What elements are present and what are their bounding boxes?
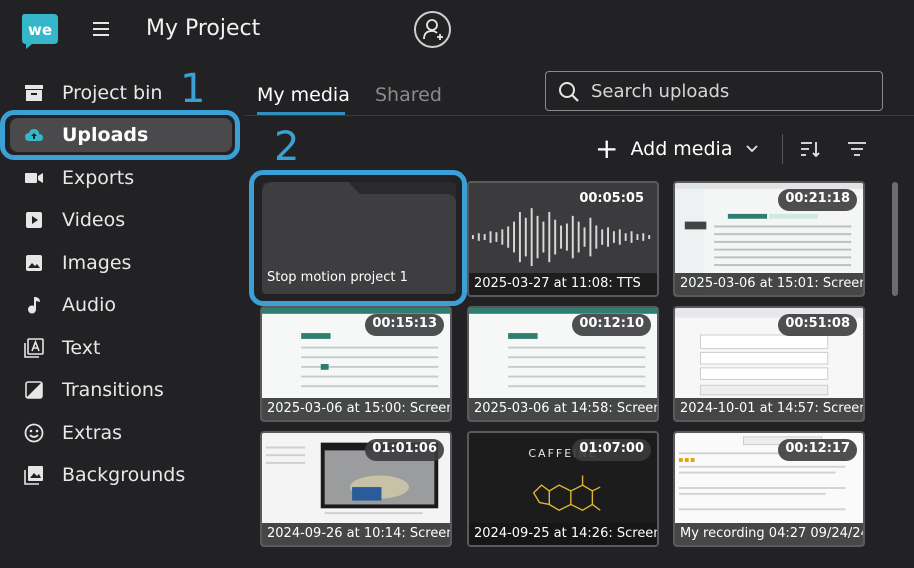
sidebar-item-label: Extras	[62, 422, 123, 444]
duration-badge: 00:12:17	[778, 439, 857, 461]
media-caption: 2024-09-25 at 14:26: Screen	[469, 523, 657, 545]
sidebar-item-label: Transitions	[62, 379, 164, 401]
sidebar-item-audio[interactable]: Audio	[0, 285, 245, 325]
sidebar-item-label: Images	[62, 252, 132, 274]
search-input[interactable]	[591, 78, 871, 104]
media-caption: 2025-03-06 at 15:00: Screen	[262, 398, 450, 420]
sidebar-item-project-bin[interactable]: Project bin	[0, 73, 245, 113]
media-tile[interactable]: 01:01:06 2024-09-26 at 10:14: Screen	[260, 431, 452, 547]
duration-badge: 00:51:08	[778, 314, 857, 336]
sidebar-item-label: Project bin	[62, 82, 163, 104]
media-tile[interactable]: 00:21:18 2025-03-06 at 15:01: Screen	[673, 181, 865, 297]
tabs-divider	[245, 115, 914, 116]
duration-badge: 00:12:10	[572, 314, 651, 336]
duration-badge: 01:01:06	[365, 439, 444, 461]
top-bar: we My Project	[0, 0, 914, 62]
menu-icon[interactable]	[93, 20, 111, 38]
plus-icon: +	[595, 132, 619, 165]
add-user-icon	[423, 19, 443, 40]
media-caption: 2025-03-06 at 14:58: Screen	[469, 398, 657, 420]
media-tile[interactable]: CAFFEINE 01:07:00 2024-09-25 at 14:26: S…	[467, 431, 659, 547]
play-icon	[24, 210, 44, 230]
highlight-uploads	[0, 110, 240, 160]
add-media-button[interactable]: + Add media	[595, 132, 759, 165]
search-box[interactable]	[545, 71, 883, 111]
add-media-label: Add media	[630, 138, 733, 160]
media-tile[interactable]: 00:05:05 2025-03-27 at 11:08: TTS	[467, 181, 659, 297]
media-caption: 2024-09-26 at 10:14: Screen	[262, 523, 450, 545]
media-tile[interactable]: 00:12:10 2025-03-06 at 14:58: Screen	[467, 306, 659, 422]
duration-badge: 00:05:05	[572, 189, 651, 211]
music-note-icon	[24, 295, 44, 315]
sidebar-item-label: Exports	[62, 167, 135, 189]
media-caption: 2025-03-06 at 15:01: Screen	[675, 273, 863, 295]
add-collaborator-button[interactable]	[414, 11, 451, 48]
media-caption: My recording 04:27 09/24/24	[675, 523, 863, 545]
tab-shared[interactable]: Shared	[375, 84, 442, 106]
filter-icon[interactable]	[847, 141, 867, 157]
toolbar-divider	[782, 134, 783, 164]
media-tile[interactable]: 00:12:17 My recording 04:27 09/24/24	[673, 431, 865, 547]
media-tile[interactable]: 00:15:13 2025-03-06 at 15:00: Screen	[260, 306, 452, 422]
sidebar-item-transitions[interactable]: Transitions	[0, 370, 245, 410]
sidebar-item-text[interactable]: Text	[0, 328, 245, 368]
sidebar-item-label: Audio	[62, 294, 117, 316]
archive-box-icon	[24, 83, 44, 103]
sort-icon[interactable]	[800, 139, 820, 159]
sidebar-item-exports[interactable]: Exports	[0, 158, 245, 198]
logo-text: we	[28, 21, 52, 39]
duration-badge: 00:15:13	[365, 314, 444, 336]
app-logo[interactable]: we	[18, 10, 60, 50]
sidebar-item-label: Backgrounds	[62, 464, 186, 486]
sidebar-item-label: Videos	[62, 209, 126, 231]
sidebar-item-label: Text	[62, 337, 101, 359]
sidebar-item-videos[interactable]: Videos	[0, 200, 245, 240]
duration-badge: 00:21:18	[778, 189, 857, 211]
chevron-down-icon	[746, 145, 759, 153]
media-tile[interactable]: 00:51:08 2024-10-01 at 14:57: Screen	[673, 306, 865, 422]
step-number-1: 1	[180, 66, 206, 112]
sidebar-item-images[interactable]: Images	[0, 243, 245, 283]
step-number-2: 2	[274, 124, 300, 170]
scrollbar[interactable]	[892, 182, 898, 296]
duration-badge: 01:07:00	[572, 439, 651, 461]
media-caption: 2024-10-01 at 14:57: Screen	[675, 398, 863, 420]
transition-icon	[24, 380, 44, 400]
project-title[interactable]: My Project	[146, 16, 260, 41]
video-camera-icon	[24, 168, 44, 188]
sidebar-item-backgrounds[interactable]: Backgrounds	[0, 455, 245, 495]
media-caption: 2025-03-27 at 11:08: TTS	[469, 273, 657, 295]
sidebar-item-extras[interactable]: Extras	[0, 413, 245, 453]
highlight-folder	[249, 170, 467, 306]
smiley-icon	[24, 423, 44, 443]
backgrounds-icon	[24, 465, 44, 485]
tab-my-media[interactable]: My media	[257, 84, 350, 106]
search-icon	[559, 82, 579, 102]
text-icon	[24, 338, 44, 358]
image-icon	[24, 253, 44, 273]
